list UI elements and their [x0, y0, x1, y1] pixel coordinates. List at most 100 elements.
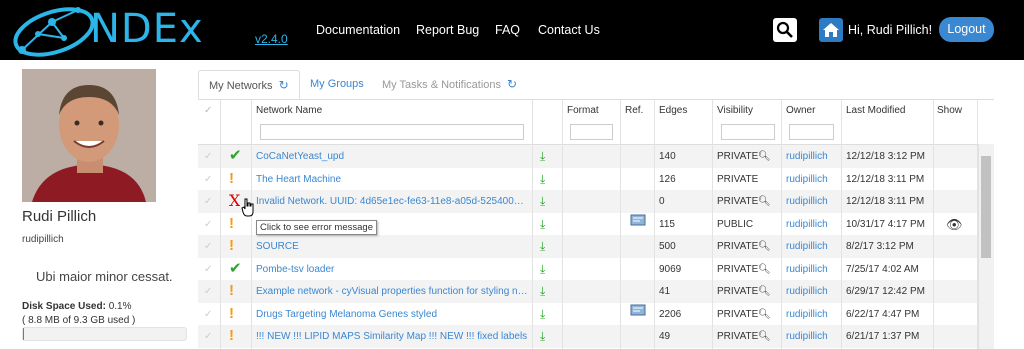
col-owner[interactable]: Owner: [786, 105, 815, 116]
network-name-link[interactable]: The Heart Machine: [256, 168, 528, 191]
show-eye-icon[interactable]: 👁︎: [946, 213, 963, 236]
nav-report-bug[interactable]: Report Bug: [416, 23, 479, 37]
magnify-icon[interactable]: 🔍︎: [758, 325, 771, 348]
download-icon[interactable]: ⤓: [540, 280, 545, 303]
row-select-check-icon[interactable]: ✓: [204, 235, 212, 258]
owner-link[interactable]: rudipillich: [786, 190, 828, 213]
network-name-link[interactable]: CoCaNetYeast_upd: [256, 145, 528, 168]
download-icon[interactable]: ⤓: [540, 258, 545, 281]
format-filter[interactable]: [570, 124, 613, 140]
error-x-icon[interactable]: X: [229, 191, 240, 210]
owner-link[interactable]: rudipillich: [786, 168, 828, 191]
owner-link[interactable]: rudipillich: [786, 213, 828, 236]
col-visibility[interactable]: Visibility: [717, 105, 753, 116]
table-row[interactable]: ✓! Drugs Targeting Melanoma Genes styled ⤓…: [198, 303, 994, 326]
refresh-icon[interactable]: ↻: [279, 71, 289, 100]
download-icon[interactable]: ⤓: [540, 325, 545, 348]
col-ref[interactable]: Ref.: [625, 105, 643, 116]
network-name-link[interactable]: !!! NEW !!! LIPID MAPS Similarity Map !!…: [256, 325, 528, 348]
col-edges[interactable]: Edges: [659, 105, 687, 116]
download-icon[interactable]: ⤓: [540, 145, 545, 168]
row-select-check-icon[interactable]: ✓: [204, 168, 212, 191]
owner-link[interactable]: rudipillich: [786, 258, 828, 281]
tab-my-groups-label: My Groups: [310, 78, 364, 90]
table-scrollbar-thumb[interactable]: [981, 156, 991, 258]
search-button[interactable]: [773, 18, 797, 42]
visibility-filter[interactable]: [721, 124, 775, 140]
tab-my-tasks[interactable]: My Tasks & Notifications ↻: [382, 70, 517, 99]
magnify-icon[interactable]: 🔍︎: [758, 145, 771, 168]
col-format[interactable]: Format: [567, 105, 599, 116]
reference-icon[interactable]: [630, 213, 646, 236]
download-icon[interactable]: ⤓: [540, 190, 545, 213]
magnify-icon[interactable]: 🔍︎: [758, 258, 771, 281]
row-select-check-icon[interactable]: ✓: [204, 280, 212, 303]
disk-space-title: Disk Space Used:: [22, 301, 106, 312]
download-icon[interactable]: ⤓: [540, 168, 545, 191]
magnify-icon[interactable]: 🔍︎: [758, 303, 771, 326]
ndex-logo[interactable]: NDEx: [8, 2, 248, 58]
owner-link[interactable]: rudipillich: [786, 280, 828, 303]
reference-icon[interactable]: [630, 303, 646, 326]
warning-icon[interactable]: !: [229, 305, 234, 322]
row-select-check-icon[interactable]: ✓: [204, 190, 212, 213]
owner-link[interactable]: rudipillich: [786, 235, 828, 258]
warning-icon[interactable]: !: [229, 327, 234, 344]
edges-count: 41: [659, 286, 671, 297]
warning-icon[interactable]: !: [229, 282, 234, 299]
table-row[interactable]: ✓! Example network - cyVisual properties …: [198, 280, 994, 303]
col-last-modified[interactable]: Last Modified: [846, 105, 905, 116]
row-select-check-icon[interactable]: ✓: [204, 145, 212, 168]
edges-count: 126: [659, 173, 676, 185]
warning-icon[interactable]: !: [229, 215, 234, 232]
owner-filter[interactable]: [789, 124, 834, 140]
table-row[interactable]: ✓ X Invalid Network. UUID: 4d65e1ec-fe63-1…: [198, 190, 994, 213]
table-row[interactable]: ✓! SOURCE ⤓ 500 PRIVATE 🔍︎ rudipillich 8/2/17 3…: [198, 235, 994, 258]
network-name-link[interactable]: Drugs Targeting Melanoma Genes styled: [256, 303, 528, 326]
select-all-check-icon[interactable]: ✓: [204, 105, 212, 116]
network-name-link[interactable]: Example network - cyVisual properties fu…: [256, 280, 528, 303]
user-greeting[interactable]: Hi, Rudi Pillich!: [848, 23, 932, 37]
table-row[interactable]: ✓! !!! NEW !!! LIPID MAPS Similarity Map …: [198, 325, 994, 348]
download-icon[interactable]: ⤓: [540, 235, 545, 258]
column-divider: [933, 100, 934, 349]
row-select-check-icon[interactable]: ✓: [204, 325, 212, 348]
disk-space-percent: 0.1%: [108, 301, 132, 312]
download-icon[interactable]: ⤓: [540, 303, 545, 326]
last-modified-value: 7/25/17 4:02 AM: [846, 263, 919, 275]
magnify-icon[interactable]: 🔍︎: [758, 235, 771, 258]
nav-faq[interactable]: FAQ: [495, 23, 520, 37]
download-icon[interactable]: ⤓: [540, 213, 545, 236]
version-link[interactable]: v2.4.0: [255, 32, 288, 46]
disk-space-label: Disk Space Used: 0.1%: [22, 301, 132, 312]
warning-icon[interactable]: !: [229, 170, 234, 187]
owner-link[interactable]: rudipillich: [786, 325, 828, 348]
nav-contact-us[interactable]: Contact Us: [538, 23, 600, 37]
col-network-name[interactable]: Network Name: [256, 105, 322, 116]
nav-documentation[interactable]: Documentation: [316, 23, 400, 37]
magnify-icon[interactable]: 🔍︎: [758, 280, 771, 303]
network-name-link[interactable]: Invalid Network. UUID: 4d65e1ec-fe63-11e…: [256, 190, 528, 213]
row-select-check-icon[interactable]: ✓: [204, 303, 212, 326]
network-name-filter[interactable]: [260, 124, 524, 140]
visibility-value: PRIVATE: [717, 263, 759, 275]
row-select-check-icon[interactable]: ✓: [204, 258, 212, 281]
col-show[interactable]: Show: [937, 105, 962, 116]
owner-link[interactable]: rudipillich: [786, 303, 828, 326]
tab-my-groups[interactable]: My Groups: [310, 70, 364, 99]
network-name-link[interactable]: Pombe-tsv loader: [256, 258, 528, 281]
table-row[interactable]: ✓ ✔ CoCaNetYeast_upd ⤓ 140 PRIVATE 🔍︎ rudipilli…: [198, 145, 994, 168]
tab-my-networks[interactable]: My Networks ↻: [198, 70, 300, 99]
table-row[interactable]: ✓ ✔ Pombe-tsv loader ⤓ 9069 PRIVATE 🔍︎ rudipill…: [198, 258, 994, 281]
magnify-icon[interactable]: 🔍︎: [758, 190, 771, 213]
refresh-icon[interactable]: ↻: [507, 70, 517, 99]
visibility-value: PUBLIC: [717, 218, 754, 230]
warning-icon[interactable]: !: [229, 237, 234, 254]
home-button[interactable]: [819, 18, 843, 42]
owner-link[interactable]: rudipillich: [786, 145, 828, 168]
table-row[interactable]: ✓! The Heart Machine ⤓ 126 PRIVATE rudipillic…: [198, 168, 994, 191]
tab-my-networks-label: My Networks: [209, 80, 273, 92]
row-select-check-icon[interactable]: ✓: [204, 213, 212, 236]
network-name-link[interactable]: SOURCE: [256, 235, 528, 258]
logout-button[interactable]: Logout: [939, 17, 994, 42]
